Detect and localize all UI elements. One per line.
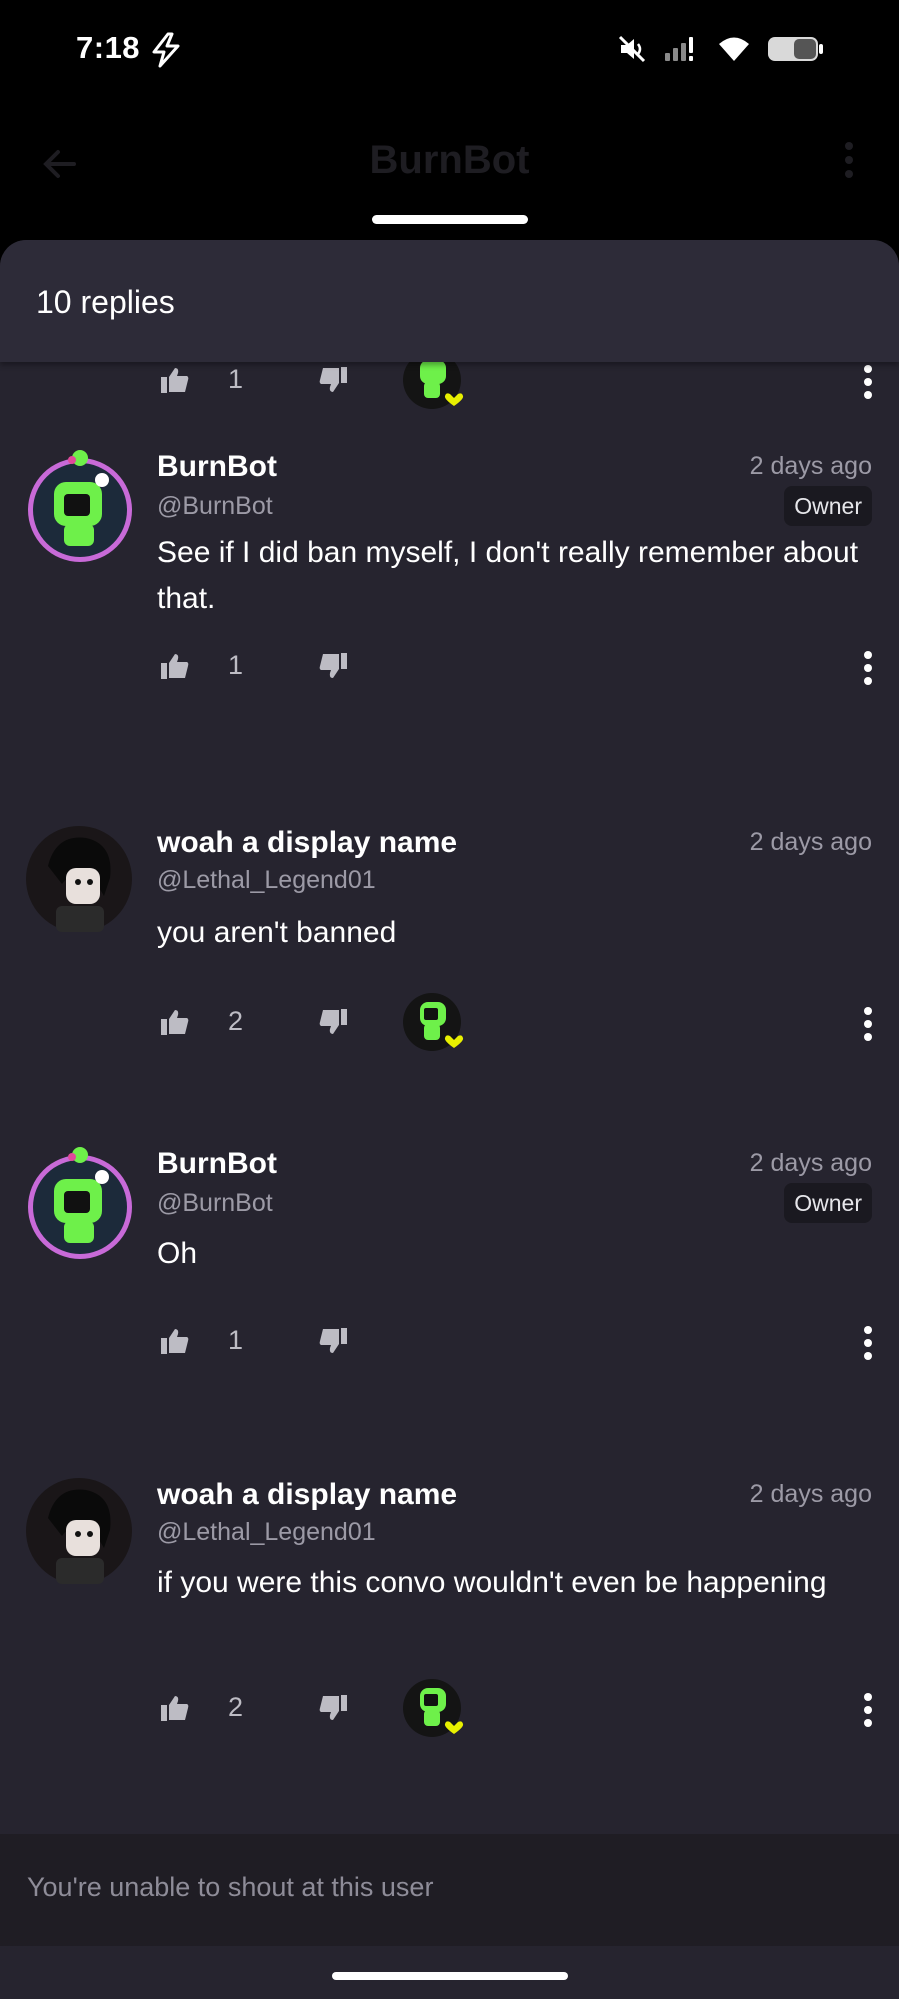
username[interactable]: @BurnBot xyxy=(157,1189,273,1218)
composer-disabled-text: You're unable to shout at this user xyxy=(27,1872,434,1902)
thumbs-down-icon[interactable] xyxy=(318,1327,348,1360)
avatar[interactable] xyxy=(26,1478,132,1584)
reply-actions: 1 xyxy=(0,638,899,698)
home-gesture-pill[interactable] xyxy=(332,1972,568,1980)
username[interactable]: @BurnBot xyxy=(157,492,273,521)
timestamp: 2 days ago xyxy=(749,1480,872,1508)
wifi-icon xyxy=(717,35,751,68)
more-vertical-icon[interactable] xyxy=(863,1006,873,1047)
thumbs-up-icon[interactable] xyxy=(160,652,190,685)
like-count: 1 xyxy=(228,650,244,680)
timestamp: 2 days ago xyxy=(749,452,872,480)
timestamp: 2 days ago xyxy=(749,828,872,856)
more-vertical-icon[interactable] xyxy=(863,1325,873,1366)
status-bar: 7:18 xyxy=(0,0,899,100)
avatar[interactable] xyxy=(24,1147,134,1259)
sheet-header: 10 replies xyxy=(0,240,899,362)
like-count: 1 xyxy=(228,364,244,394)
like-count: 2 xyxy=(228,1692,244,1722)
avatar[interactable] xyxy=(26,826,132,932)
bolt-icon xyxy=(150,32,182,73)
display-name[interactable]: woah a display name xyxy=(157,826,457,860)
display-name[interactable]: woah a display name xyxy=(157,1478,457,1512)
more-vertical-icon[interactable] xyxy=(863,1692,873,1733)
username[interactable]: @Lethal_Legend01 xyxy=(157,1518,376,1547)
timestamp: 2 days ago xyxy=(749,1149,872,1177)
thumbs-down-icon[interactable] xyxy=(318,652,348,685)
owner-badge: Owner xyxy=(784,486,872,526)
thumbs-up-icon[interactable] xyxy=(160,366,190,399)
avatar[interactable] xyxy=(24,450,134,562)
owner-badge: Owner xyxy=(784,1183,872,1223)
thumbs-up-icon[interactable] xyxy=(160,1008,190,1041)
creator-heart-avatar xyxy=(402,1678,468,1744)
thumbs-down-icon[interactable] xyxy=(318,366,348,399)
replies-count: 10 replies xyxy=(36,284,175,320)
battery-icon xyxy=(767,35,825,68)
like-count: 2 xyxy=(228,1006,244,1036)
status-time: 7:18 xyxy=(76,30,141,65)
reply-text: See if I did ban myself, I don't really … xyxy=(157,536,859,615)
app-title: BurnBot xyxy=(369,138,530,182)
mute-icon xyxy=(617,34,647,69)
reply-actions: 1 xyxy=(0,1313,899,1373)
reply-text: Oh xyxy=(157,1237,198,1270)
more-vertical-icon[interactable] xyxy=(843,140,855,185)
thumbs-down-icon[interactable] xyxy=(318,1008,348,1041)
thumbs-down-icon[interactable] xyxy=(318,1694,348,1727)
like-count: 1 xyxy=(228,1325,244,1355)
display-name[interactable]: BurnBot xyxy=(157,450,277,484)
reply-actions: 2 xyxy=(0,993,899,1054)
thumbs-up-icon[interactable] xyxy=(160,1694,190,1727)
reply-text: you aren't banned xyxy=(157,916,397,949)
reply-actions: 2 xyxy=(0,1679,899,1740)
more-vertical-icon[interactable] xyxy=(863,364,873,405)
replies-sheet: 10 replies 1 BurnBot @BurnBot 2 days ago… xyxy=(0,240,899,1999)
creator-heart-avatar xyxy=(402,992,468,1058)
username[interactable]: @Lethal_Legend01 xyxy=(157,866,376,895)
sheet-grab-handle[interactable] xyxy=(372,215,528,224)
thumbs-up-icon[interactable] xyxy=(160,1327,190,1360)
display-name[interactable]: BurnBot xyxy=(157,1147,277,1181)
system-nav-area xyxy=(0,1946,899,1999)
signal-icon xyxy=(663,35,701,68)
more-vertical-icon[interactable] xyxy=(863,650,873,691)
reply-text: if you were this convo wouldn't even be … xyxy=(157,1566,827,1599)
reply-composer: You're unable to shout at this user xyxy=(0,1834,899,1946)
